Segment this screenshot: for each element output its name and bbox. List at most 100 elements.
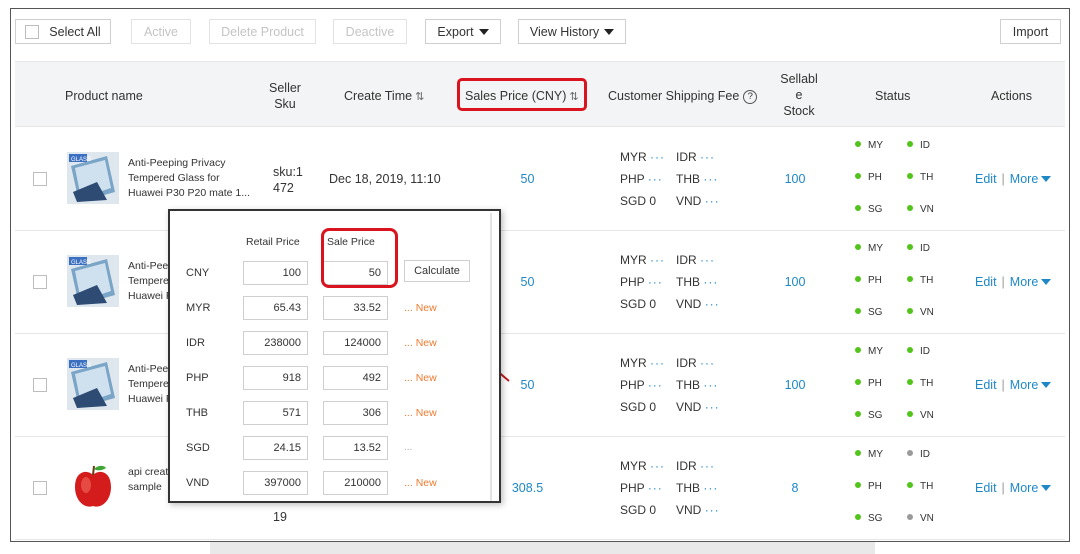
- sale-price-input[interactable]: 33.52: [323, 296, 388, 320]
- shipping-vnd[interactable]: VND ···: [676, 190, 732, 212]
- shipping-idr[interactable]: IDR ···: [676, 249, 732, 271]
- sellable-stock-link[interactable]: 100: [765, 275, 825, 289]
- more-dots-icon[interactable]: ···: [700, 253, 715, 267]
- more-dots-icon[interactable]: ···: [650, 459, 665, 473]
- sales-price-link[interactable]: 50: [495, 172, 560, 186]
- sellable-stock-link[interactable]: 8: [765, 481, 825, 495]
- shipping-php[interactable]: PHP ···: [620, 374, 676, 396]
- shipping-vnd[interactable]: VND ···: [676, 293, 732, 315]
- shipping-thb[interactable]: THB ···: [676, 168, 732, 190]
- product-thumbnail[interactable]: GLASS: [67, 255, 119, 307]
- row-checkbox[interactable]: [33, 481, 47, 495]
- export-dropdown[interactable]: Export: [425, 19, 501, 44]
- more-dots-icon[interactable]: ···: [700, 356, 715, 370]
- retail-price-input[interactable]: 24.15: [243, 436, 308, 460]
- shipping-thb[interactable]: THB ···: [676, 477, 732, 499]
- new-badge[interactable]: ... New: [404, 372, 437, 384]
- deactive-button[interactable]: Deactive: [333, 19, 407, 44]
- edit-link[interactable]: Edit: [975, 481, 997, 495]
- header-create-time[interactable]: Create Time ⇅: [344, 88, 424, 105]
- shipping-vnd[interactable]: VND ···: [676, 396, 732, 418]
- calculate-button[interactable]: Calculate: [404, 260, 470, 282]
- new-badge[interactable]: ... New: [404, 302, 437, 314]
- sale-price-input[interactable]: 492: [323, 366, 388, 390]
- sellable-stock-link[interactable]: 100: [765, 172, 825, 186]
- edit-link[interactable]: Edit: [975, 378, 997, 392]
- more-dots-icon[interactable]: ···: [700, 459, 715, 473]
- shipping-php[interactable]: PHP ···: [620, 477, 676, 499]
- shipping-myr[interactable]: MYR ···: [620, 455, 676, 477]
- sale-price-input[interactable]: 13.52: [323, 436, 388, 460]
- status-dot-icon: [855, 308, 861, 314]
- retail-price-input[interactable]: 100: [243, 261, 308, 285]
- more-dots-icon[interactable]: ···: [650, 253, 665, 267]
- more-dropdown[interactable]: More: [1010, 172, 1052, 186]
- row-checkbox[interactable]: [33, 275, 47, 289]
- more-dots-icon[interactable]: ···: [705, 503, 720, 517]
- shipping-idr[interactable]: IDR ···: [676, 352, 732, 374]
- more-dropdown[interactable]: More: [1010, 481, 1052, 495]
- more-dots-icon[interactable]: ···: [648, 275, 663, 289]
- active-button[interactable]: Active: [131, 19, 191, 44]
- more-dots-icon[interactable]: ···: [648, 481, 663, 495]
- more-dots-icon[interactable]: ···: [650, 150, 665, 164]
- product-thumbnail[interactable]: [67, 461, 119, 513]
- more-dots-icon[interactable]: ···: [705, 297, 720, 311]
- view-history-dropdown[interactable]: View History: [518, 19, 626, 44]
- product-thumbnail[interactable]: GLASS: [67, 358, 119, 410]
- delete-product-button[interactable]: Delete Product: [209, 19, 316, 44]
- retail-price-input[interactable]: 918: [243, 366, 308, 390]
- currency-label: PHP: [620, 172, 645, 186]
- retail-price-input[interactable]: 397000: [243, 471, 308, 495]
- shipping-myr[interactable]: MYR ···: [620, 249, 676, 271]
- status-label: ID: [920, 140, 930, 151]
- product-name[interactable]: Anti-Peeping Privacy Tempered Glass for …: [128, 156, 258, 201]
- sellable-stock-link[interactable]: 100: [765, 378, 825, 392]
- new-badge[interactable]: ... New: [404, 337, 437, 349]
- shipping-idr[interactable]: IDR ···: [676, 455, 732, 477]
- shipping-vnd[interactable]: VND ···: [676, 499, 732, 521]
- more-dots-icon[interactable]: ···: [648, 378, 663, 392]
- more-dots-icon[interactable]: ···: [650, 356, 665, 370]
- shipping-thb[interactable]: THB ···: [676, 271, 732, 293]
- shipping-idr[interactable]: IDR ···: [676, 146, 732, 168]
- more-dots-icon[interactable]: ···: [648, 172, 663, 186]
- more-dots-icon[interactable]: ···: [703, 172, 718, 186]
- retail-price-input[interactable]: 238000: [243, 331, 308, 355]
- status-ph: PH: [855, 275, 882, 286]
- popup-scrollbar[interactable]: [490, 213, 492, 501]
- retail-price-input[interactable]: 571: [243, 401, 308, 425]
- sort-icon[interactable]: ⇅: [415, 91, 424, 103]
- shipping-php[interactable]: PHP ···: [620, 168, 676, 190]
- shipping-thb[interactable]: THB ···: [676, 374, 732, 396]
- shipping-myr[interactable]: MYR ···: [620, 352, 676, 374]
- new-badge[interactable]: ... New: [404, 477, 437, 489]
- select-all-button[interactable]: Select All: [15, 19, 111, 44]
- more-dots-icon[interactable]: ···: [705, 194, 720, 208]
- retail-price-input[interactable]: 65.43: [243, 296, 308, 320]
- help-icon[interactable]: ?: [743, 90, 758, 104]
- sales-price-link[interactable]: 308.5: [495, 481, 560, 495]
- more-dropdown[interactable]: More: [1010, 378, 1052, 392]
- edit-link[interactable]: Edit: [975, 172, 997, 186]
- more-dots-icon[interactable]: ···: [700, 150, 715, 164]
- import-button[interactable]: Import: [1000, 19, 1061, 44]
- new-badge[interactable]: ... New: [404, 407, 437, 419]
- more-dots-icon[interactable]: ···: [703, 275, 718, 289]
- sales-price-link[interactable]: 50: [495, 378, 560, 392]
- row-checkbox[interactable]: [33, 172, 47, 186]
- row-checkbox[interactable]: [33, 378, 47, 392]
- shipping-myr[interactable]: MYR ···: [620, 146, 676, 168]
- more-dots-icon[interactable]: ···: [705, 400, 720, 414]
- more-dots-icon[interactable]: ···: [703, 378, 718, 392]
- edit-link[interactable]: Edit: [975, 275, 997, 289]
- shipping-php[interactable]: PHP ···: [620, 271, 676, 293]
- sale-price-input[interactable]: 306: [323, 401, 388, 425]
- sale-price-input[interactable]: 124000: [323, 331, 388, 355]
- more-dots-icon[interactable]: ···: [703, 481, 718, 495]
- more-dropdown[interactable]: More: [1010, 275, 1052, 289]
- product-thumbnail[interactable]: GLASS: [67, 152, 119, 204]
- select-all-checkbox[interactable]: [25, 24, 40, 39]
- sale-price-input[interactable]: 210000: [323, 471, 388, 495]
- sales-price-link[interactable]: 50: [495, 275, 560, 289]
